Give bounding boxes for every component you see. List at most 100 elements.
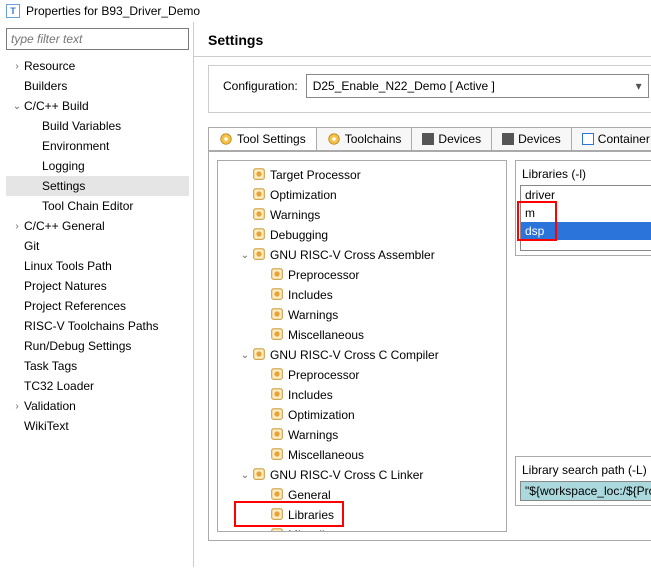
libraries-title: Libraries (-l)	[522, 167, 651, 181]
tree-item-label: C/C++ General	[24, 219, 105, 233]
chevron-down-icon[interactable]: ⌄	[238, 250, 252, 261]
tree-item[interactable]: Logging	[6, 156, 189, 176]
tree-item[interactable]: Linux Tools Path	[6, 256, 189, 276]
tab-label: Container S	[598, 132, 651, 146]
tool-tree-item[interactable]: Preprocessor	[220, 265, 504, 285]
chevron-down-icon[interactable]: ⌄	[10, 101, 24, 112]
tool-tree-label: Miscellaneous	[288, 328, 364, 342]
tree-item-label: WikiText	[24, 419, 69, 433]
tree-item[interactable]: ›Validation	[6, 396, 189, 416]
tree-item[interactable]: Environment	[6, 136, 189, 156]
tool-tree-item[interactable]: Warnings	[220, 305, 504, 325]
tool-tree-item[interactable]: Target Processor	[220, 165, 504, 185]
tool-tree-item[interactable]: Debugging	[220, 225, 504, 245]
device-icon	[502, 133, 514, 145]
tool-icon	[270, 527, 284, 533]
tab-label: Toolchains	[345, 132, 402, 146]
library-search-title: Library search path (-L)	[522, 463, 651, 477]
tree-item[interactable]: ›Resource	[6, 56, 189, 76]
tool-tree-item[interactable]: ⌄GNU RISC-V Cross C Compiler	[220, 345, 504, 365]
configuration-label: Configuration:	[223, 79, 298, 93]
tab[interactable]: Devices	[491, 127, 572, 150]
tool-tree-label: Includes	[288, 388, 333, 402]
chevron-down-icon[interactable]: ⌄	[238, 350, 252, 361]
tree-item[interactable]: Builders	[6, 76, 189, 96]
tree-item[interactable]: Git	[6, 236, 189, 256]
tool-icon	[270, 327, 284, 344]
tree-item-label: RISC-V Toolchains Paths	[24, 319, 159, 333]
tool-tree-item[interactable]: Includes	[220, 285, 504, 305]
tree-item[interactable]: RISC-V Toolchains Paths	[6, 316, 189, 336]
chevron-right-icon[interactable]: ›	[10, 221, 24, 232]
tool-settings-tree: Target ProcessorOptimizationWarningsDebu…	[217, 160, 507, 532]
tool-tree-label: General	[288, 488, 331, 502]
tool-icon	[252, 347, 266, 364]
annotation-box	[234, 501, 344, 527]
annotation-box	[517, 201, 557, 241]
tool-tree-label: Debugging	[270, 228, 328, 242]
tool-tree-label: GNU RISC-V Cross Assembler	[270, 248, 435, 262]
tree-item[interactable]: Project Natures	[6, 276, 189, 296]
titlebar: T Properties for B93_Driver_Demo	[0, 0, 651, 22]
tree-item[interactable]: ›C/C++ General	[6, 216, 189, 236]
tool-icon	[252, 207, 266, 224]
tool-icon	[270, 387, 284, 404]
tool-tree-item[interactable]: Miscellaneous	[220, 445, 504, 465]
tool-tree-item[interactable]: ⌄ GNU RISC-V Cross C Linker	[220, 465, 504, 485]
chevron-down-icon: ▾	[636, 79, 642, 93]
tool-icon	[270, 427, 284, 444]
left-pane: ›ResourceBuilders⌄C/C++ Build Build Varia…	[0, 22, 194, 567]
tree-item[interactable]: Run/Debug Settings	[6, 336, 189, 356]
page-title: Settings	[194, 22, 651, 56]
tree-item[interactable]: Settings	[6, 176, 189, 196]
tab[interactable]: Toolchains	[316, 127, 413, 150]
tool-tree-item[interactable]: Optimization	[220, 405, 504, 425]
tool-tree-item[interactable]: Includes	[220, 385, 504, 405]
tool-tree-item[interactable]: Optimization	[220, 185, 504, 205]
tool-tree-label: Preprocessor	[288, 368, 359, 382]
tool-tree-label: Warnings	[288, 308, 338, 322]
configuration-row: Configuration: D25_Enable_N22_Demo [ Act…	[208, 65, 651, 113]
tree-item[interactable]: Project References	[6, 296, 189, 316]
filter-input[interactable]	[6, 28, 189, 50]
tab[interactable]: Tool Settings	[208, 127, 317, 150]
tree-item[interactable]: Build Variables	[6, 116, 189, 136]
window-title: Properties for B93_Driver_Demo	[26, 4, 200, 18]
tree-item[interactable]: TC32 Loader	[6, 376, 189, 396]
tool-tree-label: GNU RISC-V Cross C Linker	[270, 468, 423, 482]
tool-tree-label: Miscellaneous	[288, 448, 364, 462]
tree-item[interactable]: Task Tags	[6, 356, 189, 376]
tab-strip: Tool Settings Toolchains DevicesDevices Con…	[208, 127, 651, 151]
tool-icon	[270, 447, 284, 464]
tree-item-label: Project References	[24, 299, 126, 313]
tool-icon	[270, 287, 284, 304]
libraries-panel: Libraries (-l) drivermdsp Library search…	[515, 160, 651, 532]
chevron-down-icon[interactable]: ⌄	[238, 470, 252, 481]
tool-icon	[270, 307, 284, 324]
chevron-right-icon[interactable]: ›	[10, 61, 24, 72]
tool-tree-label: Warnings	[288, 428, 338, 442]
tool-tree-item[interactable]: ⌄ GNU RISC-V Cross Assembler	[220, 245, 504, 265]
tool-tree-label: Includes	[288, 288, 333, 302]
tab[interactable]: Devices	[411, 127, 492, 150]
tab[interactable]: Container S	[571, 127, 651, 150]
tool-tree-item[interactable]: Miscellaneous	[220, 325, 504, 345]
right-pane: Settings Configuration: D25_Enable_N22_D…	[194, 22, 651, 567]
tree-item-label: Linux Tools Path	[24, 259, 112, 273]
tree-item[interactable]: WikiText	[6, 416, 189, 436]
tree-item-label: Build Variables	[42, 119, 121, 133]
tool-tree-label: Miscellaneous	[288, 528, 364, 532]
tab-content: Target ProcessorOptimizationWarningsDebu…	[208, 151, 651, 541]
configuration-select[interactable]: D25_Enable_N22_Demo [ Active ] ▾	[306, 74, 649, 98]
tool-tree-label: Optimization	[288, 408, 355, 422]
tree-item-label: Project Natures	[24, 279, 107, 293]
tree-item-label: Run/Debug Settings	[24, 339, 131, 353]
tool-tree-item[interactable]: Warnings	[220, 425, 504, 445]
chevron-right-icon[interactable]: ›	[10, 401, 24, 412]
tool-tree-item[interactable]: Warnings	[220, 205, 504, 225]
tree-item[interactable]: ⌄C/C++ Build	[6, 96, 189, 116]
tool-tree-item[interactable]: Preprocessor	[220, 365, 504, 385]
tree-item[interactable]: Tool Chain Editor	[6, 196, 189, 216]
tab-label: Tool Settings	[237, 132, 306, 146]
library-search-path-item[interactable]: "${workspace_loc:/${ProjN	[521, 482, 651, 500]
